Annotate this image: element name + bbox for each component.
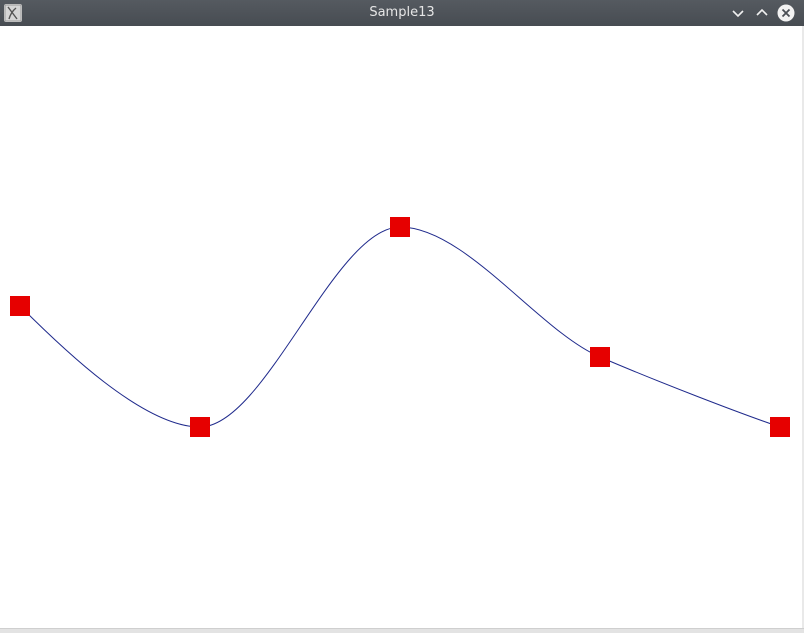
chevron-down-icon (732, 10, 744, 18)
chevron-up-icon (756, 8, 768, 16)
control-point[interactable] (390, 217, 410, 237)
application-window: Sample13 (0, 0, 804, 633)
control-point[interactable] (770, 417, 790, 437)
spline-drawing (10, 217, 790, 437)
drawing-canvas[interactable] (0, 26, 802, 628)
spline-curve (19, 226, 781, 428)
control-point[interactable] (590, 347, 610, 367)
close-button[interactable] (776, 3, 796, 23)
control-point[interactable] (190, 417, 210, 437)
close-icon (777, 4, 795, 22)
minimize-button[interactable] (728, 3, 748, 23)
control-point[interactable] (10, 296, 30, 316)
maximize-button[interactable] (752, 3, 772, 23)
window-bottom-border[interactable] (0, 628, 804, 633)
title-bar[interactable]: Sample13 (0, 0, 804, 26)
window-title: Sample13 (369, 5, 435, 20)
